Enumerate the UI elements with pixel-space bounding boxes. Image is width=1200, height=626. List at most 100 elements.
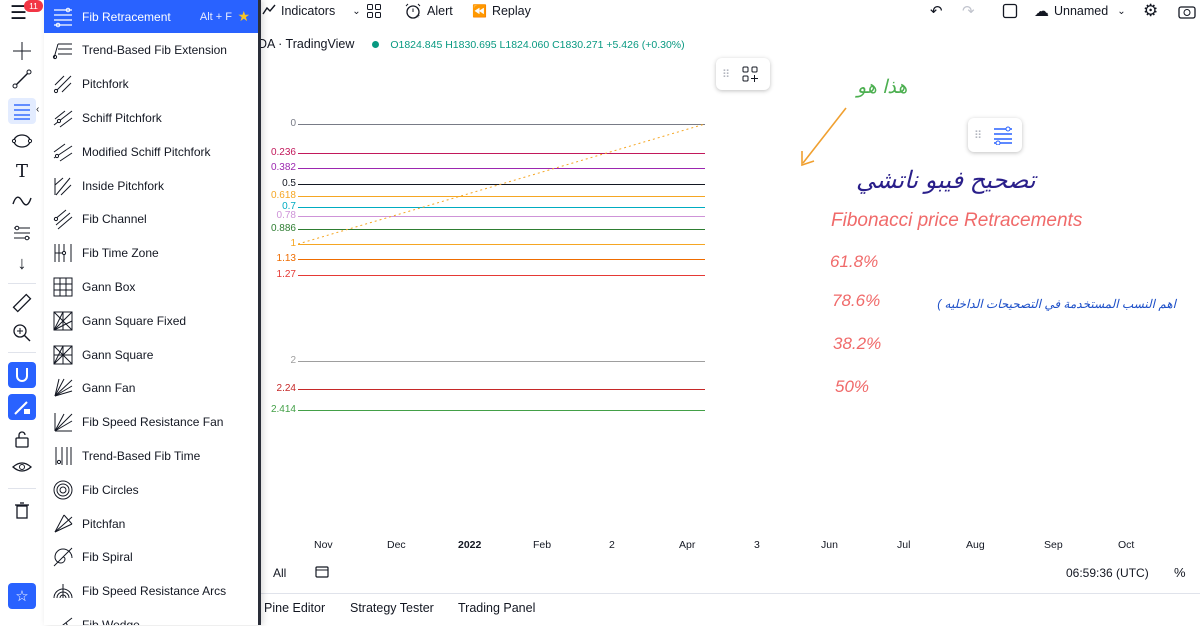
add-widget-icon[interactable] [742, 66, 759, 82]
ohlc-change: +5.426 (+0.30%) [606, 39, 685, 51]
fib-trend-dotted-line [298, 123, 706, 245]
menu-item-gann-square-fixed[interactable]: Gann Square Fixed [44, 304, 258, 337]
text-t-icon: T [15, 160, 28, 182]
text-tool[interactable]: T [8, 158, 36, 184]
menu-item-fib-wedge[interactable]: Fib Wedge [44, 608, 258, 625]
annotation-title-arabic: تصحيح فيبو ناتشي [856, 167, 1036, 194]
replay-button[interactable]: ⏪ Replay [472, 2, 531, 20]
lock-drawings-tool[interactable] [8, 426, 36, 452]
patterns-tool[interactable] [8, 188, 36, 214]
camera-button[interactable] [1178, 2, 1196, 20]
menu-item-pitchfork[interactable]: Pitchfork [44, 68, 258, 101]
fib-level-line[interactable] [298, 389, 705, 390]
ohlc-close: C1830.271 [552, 39, 604, 51]
utc-clock[interactable]: 06:59:36 (UTC) [1066, 566, 1149, 580]
redo-icon: ↷ [962, 3, 975, 20]
menu-item-gann-square[interactable]: Gann Square [44, 338, 258, 371]
drag-handle-icon[interactable]: ⠿ [974, 129, 982, 142]
gann-square-fixed-icon [52, 310, 74, 332]
fib-level-label: 0.886 [270, 223, 296, 234]
menu-item-gann-box[interactable]: Gann Box [44, 270, 258, 303]
pencil-lock-icon [14, 401, 30, 415]
remove-drawings-tool[interactable] [8, 497, 36, 523]
tab-trading-panel[interactable]: Trading Panel [458, 601, 535, 615]
alert-button[interactable]: + Alert [404, 2, 453, 20]
fib-level-label: 1.27 [276, 269, 296, 280]
camera-icon [1178, 6, 1196, 19]
menu-item-trend-fib-extension[interactable]: Trend-Based Fib Extension [44, 34, 258, 67]
trend-fib-time-icon [52, 445, 74, 467]
fib-level-label: 0 [290, 118, 296, 129]
trendline-tool[interactable] [8, 66, 36, 92]
gear-icon: ⚙ [1143, 1, 1159, 20]
annotation-percent-786: 78.6% [832, 291, 881, 310]
notification-badge: 11 [24, 0, 43, 12]
indicators-icon [262, 3, 276, 20]
menu-item-trend-fib-time[interactable]: Trend-Based Fib Time [44, 439, 258, 472]
cloud-icon: ☁ [1034, 3, 1049, 20]
fib-level-line[interactable] [298, 410, 705, 411]
crosshair-tool[interactable] [8, 38, 36, 64]
tab-pine-editor[interactable]: Pine Editor [264, 601, 325, 615]
undo-icon: ↶ [930, 3, 943, 20]
ruler-icon [12, 293, 32, 313]
fib-spiral-icon [52, 546, 74, 568]
menu-item-inside-pitchfork[interactable]: Inside Pitchfork [44, 169, 258, 202]
magnet-tool[interactable] [8, 362, 36, 388]
menu-item-label: Gann Square Fixed [82, 313, 187, 328]
menu-item-fib-spiral[interactable]: Fib Spiral [44, 541, 258, 574]
zoom-tool[interactable] [8, 320, 36, 346]
arrow-tool[interactable]: ↓ [8, 250, 36, 276]
chevron-left-icon[interactable]: ‹ [36, 104, 39, 115]
menu-item-fib-speed-fan[interactable]: Fib Speed Resistance Fan [44, 406, 258, 439]
fib-level-label: 2.414 [270, 404, 296, 415]
tab-strategy-tester[interactable]: Strategy Tester [350, 601, 434, 615]
redo-button[interactable]: ↷ [962, 2, 975, 20]
indicators-label: Indicators [281, 4, 336, 18]
drag-handle-icon[interactable]: ⠿ [722, 68, 730, 81]
time-axis-label: Dec [387, 539, 406, 551]
fib-level-label: 0.236 [270, 147, 296, 158]
prediction-tool[interactable] [8, 220, 36, 246]
date-range-icon[interactable] [314, 564, 330, 580]
layout-name-button[interactable]: ☁ Unnamed ⌄ [1034, 2, 1126, 20]
menu-item-fib-circles[interactable]: Fib Circles [44, 473, 258, 506]
menu-item-pitchfan[interactable]: Pitchfan [44, 507, 258, 540]
stay-in-drawing-tool[interactable] [8, 394, 36, 420]
favorites-tool[interactable]: ☆ [8, 583, 36, 609]
time-axis-label: Sep [1044, 539, 1063, 551]
undo-button[interactable]: ↶ [930, 2, 943, 20]
divider [8, 283, 36, 284]
menu-item-fib-speed-arcs[interactable]: Fib Speed Resistance Arcs [44, 575, 258, 608]
menu-item-modified-schiff-pitchfork[interactable]: Modified Schiff Pitchfork [44, 135, 258, 168]
divider [8, 488, 36, 489]
menu-item-fib-channel[interactable]: Fib Channel [44, 203, 258, 236]
menu-item-gann-fan[interactable]: Gann Fan [44, 372, 258, 405]
layouts-button[interactable] [366, 2, 382, 20]
menu-item-schiff-pitchfork[interactable]: Schiff Pitchfork [44, 101, 258, 134]
floating-widget-bar: ⠿ [716, 58, 770, 90]
hide-drawings-tool[interactable] [8, 454, 36, 480]
shapes-tool[interactable] [8, 128, 36, 154]
fib-tools-group[interactable] [8, 98, 36, 124]
symbol-name[interactable]: DA · TradingView [258, 37, 354, 51]
ruler-tool[interactable] [8, 290, 36, 316]
fib-level-line[interactable] [298, 275, 705, 276]
ellipse-shape-icon [11, 134, 33, 148]
indicators-button[interactable]: Indicators ⌄ [262, 2, 361, 20]
fullscreen-button[interactable] [1002, 2, 1018, 20]
fib-retracement-icon[interactable] [992, 125, 1014, 145]
favorite-star-icon[interactable]: ★ [237, 8, 250, 25]
time-axis-label: 3 [754, 539, 760, 551]
menu-item-fib-time-zone[interactable]: Fib Time Zone [44, 237, 258, 270]
trash-icon [15, 502, 29, 519]
percent-scale-button[interactable]: % [1174, 565, 1186, 580]
settings-button[interactable]: ⚙ [1143, 1, 1159, 20]
fib-level-line[interactable] [298, 259, 705, 260]
time-axis-label: 2022 [458, 539, 482, 551]
range-all-button[interactable]: All [273, 566, 286, 580]
trend-fib-extension-icon [52, 39, 74, 61]
annotation-percent-618: 61.8% [830, 252, 879, 271]
menu-item-fib-retracement[interactable]: Fib Retracement Alt + F ★ [44, 0, 258, 33]
fib-level-line[interactable] [298, 361, 705, 362]
